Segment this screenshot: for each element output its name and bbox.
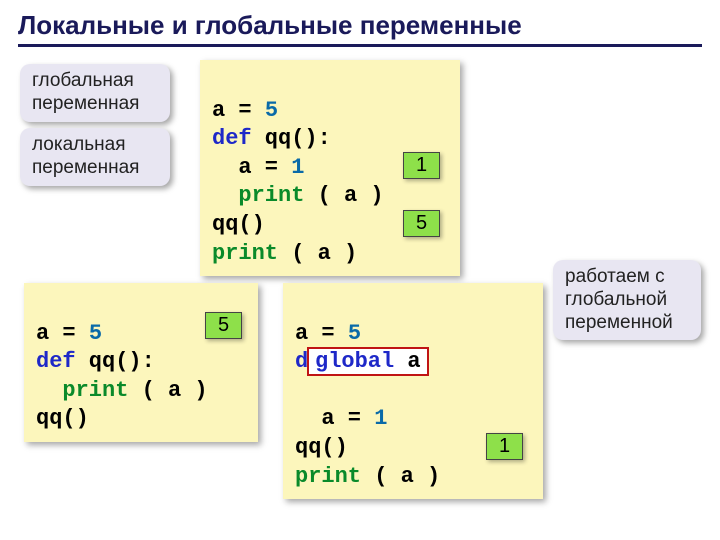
code-text: a = 5 def qq(): print ( a ) qq()	[36, 321, 208, 432]
highlight-global: global a	[307, 347, 429, 376]
callout-work-global: работаем сглобальнойпеременной	[553, 260, 701, 340]
output-badge-5b: 5	[205, 312, 242, 339]
output-badge-5a: 5	[403, 210, 440, 237]
code-text: a = 5 def qq(): a = 1 print ( a ) qq() p…	[212, 98, 384, 266]
callout-local-var: локальнаяпеременная	[20, 128, 170, 186]
title-underline	[18, 44, 702, 47]
output-badge-1b: 1	[486, 433, 523, 460]
output-badge-1: 1	[403, 152, 440, 179]
callout-global-var: глобальнаяпеременная	[20, 64, 170, 122]
code-text: a = 5 def qq(): a = 1 qq() print ( a )	[295, 321, 440, 489]
code-block-3: a = 5 def qq(): a = 1 qq() print ( a )	[283, 283, 543, 499]
code-block-2: a = 5 def qq(): print ( a ) qq()	[24, 283, 258, 442]
page-title: Локальные и глобальные переменные	[18, 10, 522, 41]
